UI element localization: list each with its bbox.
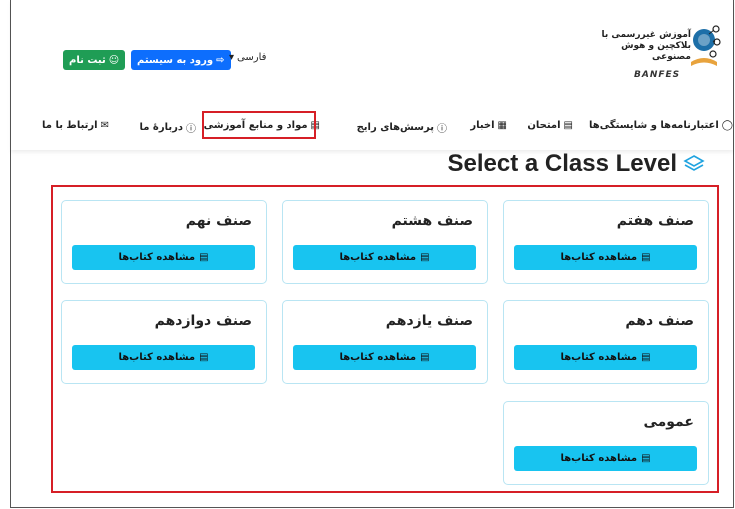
class-name: صنف دهم <box>625 313 694 329</box>
book-icon: ▤ <box>199 352 209 363</box>
logo-brand: BANFES <box>634 70 681 80</box>
book-icon: ▤ <box>420 352 430 363</box>
register-button[interactable]: ☺ ثبت نام <box>63 50 126 70</box>
chevron-down-icon: ▾ <box>229 52 235 63</box>
nav-item-news[interactable]: ▦ اخبار <box>470 120 507 131</box>
view-books-button[interactable]: ▤ مشاهده کتاب‌ها <box>72 345 255 370</box>
class-card-8: صنف هشتم ▤ مشاهده کتاب‌ها <box>282 200 488 284</box>
nav-item-contact[interactable]: ✉ ارتباط با ما <box>42 120 109 131</box>
book-icon: ▤ <box>420 252 430 263</box>
class-card-12: صنف دوازدهم ▤ مشاهده کتاب‌ها <box>61 300 267 384</box>
logo-text: آموزش غیررسمی با بلاکچین و هوش مصنوعی <box>601 30 691 62</box>
view-books-button[interactable]: ▤ مشاهده کتاب‌ها <box>72 245 255 270</box>
class-card-11: صنف یازدهم ▤ مشاهده کتاب‌ها <box>282 300 488 384</box>
user-plus-icon: ☺ <box>108 54 120 66</box>
view-books-button[interactable]: ▤ مشاهده کتاب‌ها <box>514 245 697 270</box>
book-icon: ▤ <box>199 252 209 263</box>
class-name: صنف هفتم <box>616 213 694 229</box>
site-logo[interactable]: آموزش غیررسمی با بلاکچین و هوش مصنوعی BA… <box>596 20 721 90</box>
language-select[interactable]: ▾ فارسی <box>229 52 266 63</box>
brain-network-icon <box>691 25 721 66</box>
nav-item-about[interactable]: ⓘ دربارهٔ ما <box>140 120 197 135</box>
book-icon: ▤ <box>641 453 651 464</box>
newspaper-icon: ▦ <box>497 120 507 131</box>
view-books-button[interactable]: ▤ مشاهده کتاب‌ها <box>514 446 697 471</box>
nav-highlight <box>202 111 316 139</box>
nav-item-exam[interactable]: ▤ امتحان <box>527 120 573 131</box>
login-button[interactable]: ⇨ ورود به سیستم <box>131 50 231 70</box>
view-books-button[interactable]: ▤ مشاهده کتاب‌ها <box>514 345 697 370</box>
class-name: عمومی <box>643 414 694 430</box>
class-name: صنف دوازدهم <box>154 313 252 329</box>
class-card-10: صنف دهم ▤ مشاهده کتاب‌ها <box>503 300 709 384</box>
info-icon: ⓘ <box>186 124 196 135</box>
book-icon: ▤ <box>641 252 651 263</box>
login-icon: ⇨ <box>216 54 225 66</box>
view-books-button[interactable]: ▤ مشاهده کتاب‌ها <box>293 245 476 270</box>
class-card-9: صنف نهم ▤ مشاهده کتاب‌ها <box>61 200 267 284</box>
page-title: Select a Class Level <box>448 150 705 178</box>
nav-item-faq[interactable]: ⓘ پرسش‌های رایج <box>357 120 447 135</box>
class-name: صنف هشتم <box>391 213 473 229</box>
class-card-general: عمومی ▤ مشاهده کتاب‌ها <box>503 401 709 485</box>
main-nav: ◯ اعتبارنامه‌ها و شایستگی‌ها ▤ امتحان ▦ … <box>11 120 733 138</box>
mail-icon: ✉ <box>100 120 109 131</box>
class-name: صنف یازدهم <box>385 313 473 329</box>
nav-item-credentials[interactable]: ◯ اعتبارنامه‌ها و شایستگی‌ها <box>589 120 733 131</box>
book-icon: ▤ <box>641 352 651 363</box>
clipboard-icon: ▤ <box>563 120 573 131</box>
view-books-button[interactable]: ▤ مشاهده کتاب‌ها <box>293 345 476 370</box>
question-icon: ⓘ <box>437 124 447 135</box>
class-card-7: صنف هفتم ▤ مشاهده کتاب‌ها <box>503 200 709 284</box>
bulb-icon: ◯ <box>721 120 733 131</box>
layers-icon <box>683 155 705 171</box>
class-name: صنف نهم <box>185 213 252 229</box>
